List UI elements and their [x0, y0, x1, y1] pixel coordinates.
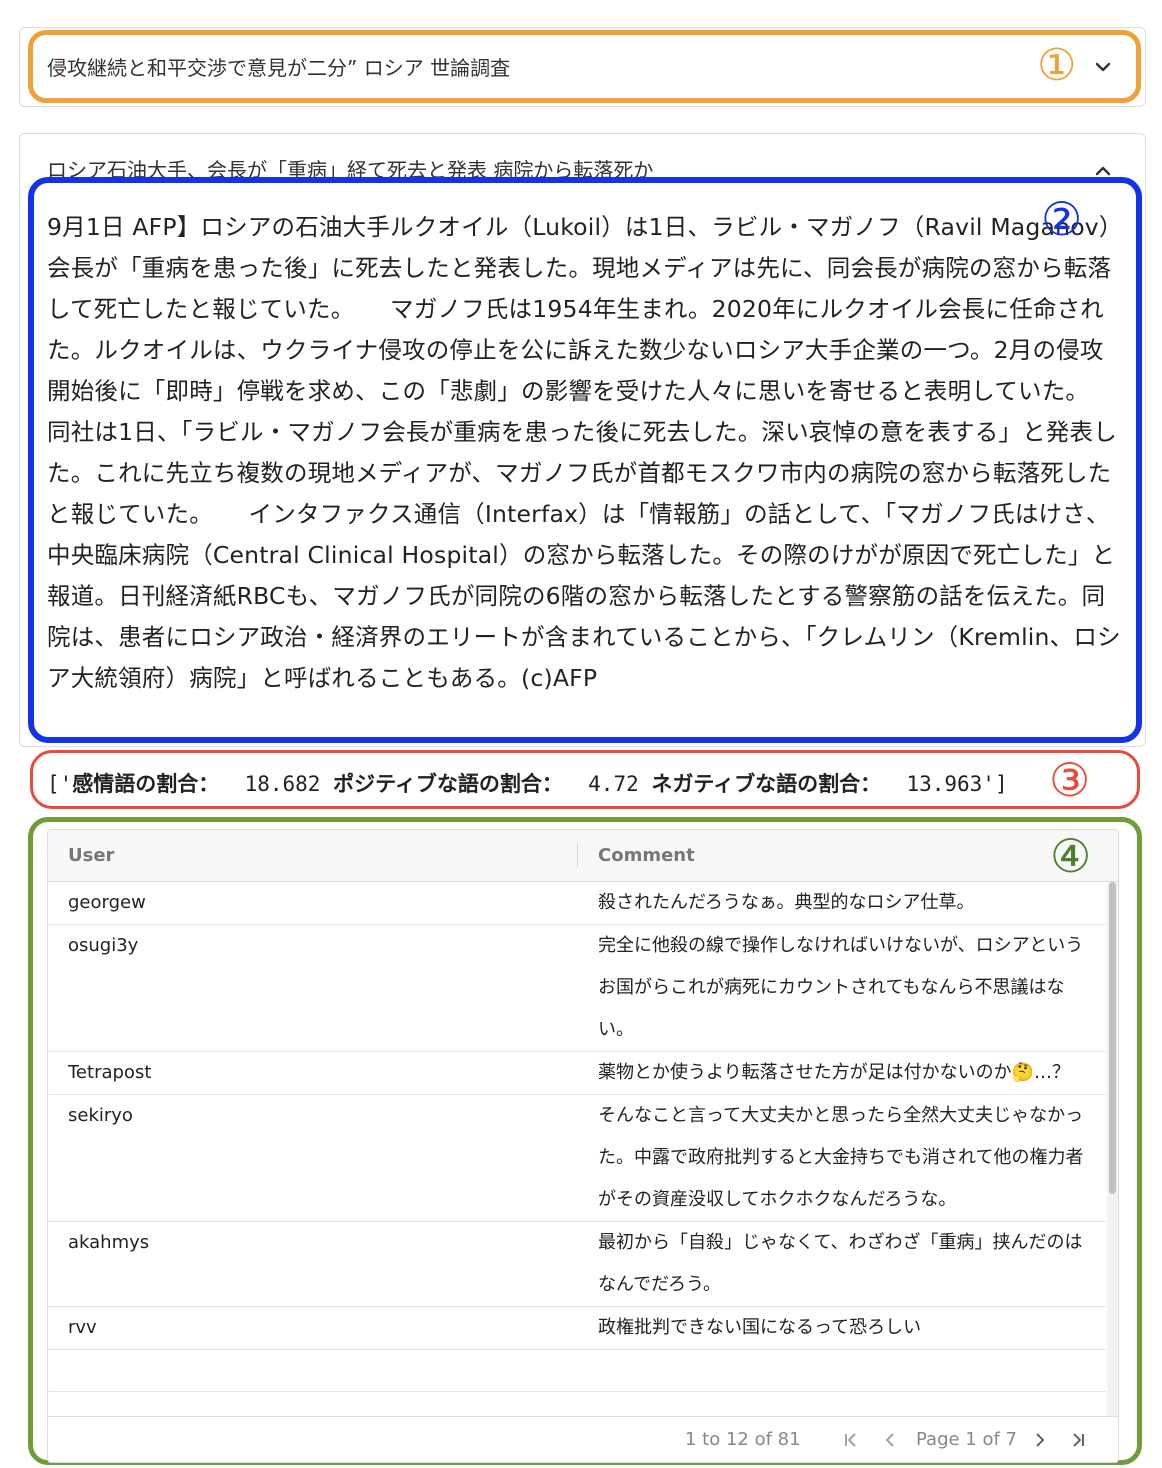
- next-page-icon[interactable]: [1030, 1430, 1050, 1450]
- user-cell: sekiryo: [68, 1105, 133, 1126]
- annotation-number-1: ①: [1037, 40, 1077, 91]
- pager-page-label: Page 1 of 7: [916, 1429, 1017, 1450]
- grid-body: georgew 殺されたんだろうなぁ。典型的なロシア仕草。 osugi3y 完全に他殺…: [48, 882, 1106, 1416]
- vertical-scrollbar[interactable]: [1107, 882, 1118, 1416]
- comment-cell: 最初から「自殺」じゃなくて、わざわざ「重病」挟んだのはなんでだろう。: [598, 1232, 1083, 1295]
- user-cell: akahmys: [68, 1232, 150, 1253]
- stats-close: ']: [982, 772, 1008, 796]
- comment-cell: 薬物とか使うより転落させた方が足は付かないのか🤔…？: [598, 1062, 1071, 1083]
- column-resize-handle[interactable]: [577, 843, 578, 867]
- table-row[interactable]: osugi3y 完全に他殺の線で操作しなければいけないが、ロシアというお国がらこれ…: [48, 925, 1106, 1052]
- comments-grid: User Comment georgew 殺されたんだろうなぁ。典型的なロシア仕草…: [47, 829, 1119, 1463]
- stats-open: [': [47, 772, 73, 796]
- comment-cell: そんなこと言って大丈夫かと思ったら全然大丈夫じゃなかった。中露で政府批判すると大…: [598, 1105, 1084, 1210]
- prev-page-icon[interactable]: [880, 1430, 900, 1450]
- annotation-number-4: ④: [1050, 829, 1092, 883]
- chevron-down-icon[interactable]: [1092, 56, 1114, 78]
- positive-label: ポジティブな語の割合：: [333, 772, 563, 796]
- comment-cell: 殺されたんだろうなぁ。典型的なロシア仕草。: [598, 892, 975, 913]
- table-row[interactable]: akahmys 最初から「自殺」じゃなくて、わざわざ「重病」挟んだのはなんでだろう…: [48, 1222, 1106, 1307]
- user-cell: georgew: [68, 892, 146, 913]
- emotion-label: 感情語の割合：: [72, 772, 220, 796]
- first-page-icon[interactable]: [841, 1430, 861, 1450]
- user-cell: Tetrapost: [68, 1062, 152, 1083]
- annotation-number-3: ③: [1049, 753, 1091, 807]
- negative-label: ネガティブな語の割合：: [651, 772, 882, 796]
- article-body: 9月1日 AFP】ロシアの石油大手ルクオイル（Lukoil）は1日、ラビル・マガ…: [47, 207, 1125, 699]
- table-row[interactable]: rvv 政権批判できない国になるって恐ろしい: [48, 1307, 1106, 1350]
- comment-cell: 政権批判できない国になるって恐ろしい: [598, 1317, 922, 1338]
- table-row[interactable]: [48, 1350, 1106, 1392]
- article-select-value: 侵攻継続と和平交渉で意見が二分” ロシア 世論調査: [47, 56, 511, 80]
- table-row[interactable]: sekiryo そんなこと言って大丈夫かと思ったら全然大丈夫じゃなかった。中露で政…: [48, 1095, 1106, 1222]
- sentiment-stats: ['感情語の割合： 18.682 ポジティブな語の割合： 4.72 ネガティブな…: [47, 768, 1008, 798]
- table-row[interactable]: georgew 殺されたんだろうなぁ。典型的なロシア仕草。: [48, 882, 1106, 925]
- article-body-text: 9月1日 AFP】ロシアの石油大手ルクオイル（Lukoil）は1日、ラビル・マガ…: [47, 213, 1125, 692]
- column-header-comment[interactable]: Comment: [598, 845, 695, 866]
- pager-range: 1 to 12 of 81: [685, 1429, 801, 1450]
- positive-value: 4.72: [588, 772, 639, 796]
- grid-header: User Comment: [48, 830, 1118, 882]
- table-row[interactable]: Tetrapost 薬物とか使うより転落させた方が足は付かないのか🤔…？: [48, 1052, 1106, 1095]
- emotion-value: 18.682: [244, 772, 321, 796]
- user-cell: rvv: [68, 1317, 97, 1338]
- negative-value: 13.963: [906, 772, 983, 796]
- user-cell: osugi3y: [68, 935, 139, 956]
- scrollbar-thumb[interactable]: [1109, 882, 1116, 1194]
- annotation-number-2: ②: [1041, 192, 1083, 246]
- column-header-user[interactable]: User: [68, 845, 114, 866]
- grid-pager: 1 to 12 of 81 Page 1 of 7: [48, 1417, 1118, 1462]
- last-page-icon[interactable]: [1068, 1430, 1088, 1450]
- comment-cell: 完全に他殺の線で操作しなければいけないが、ロシアというお国がらこれが病死にカウン…: [598, 935, 1084, 1040]
